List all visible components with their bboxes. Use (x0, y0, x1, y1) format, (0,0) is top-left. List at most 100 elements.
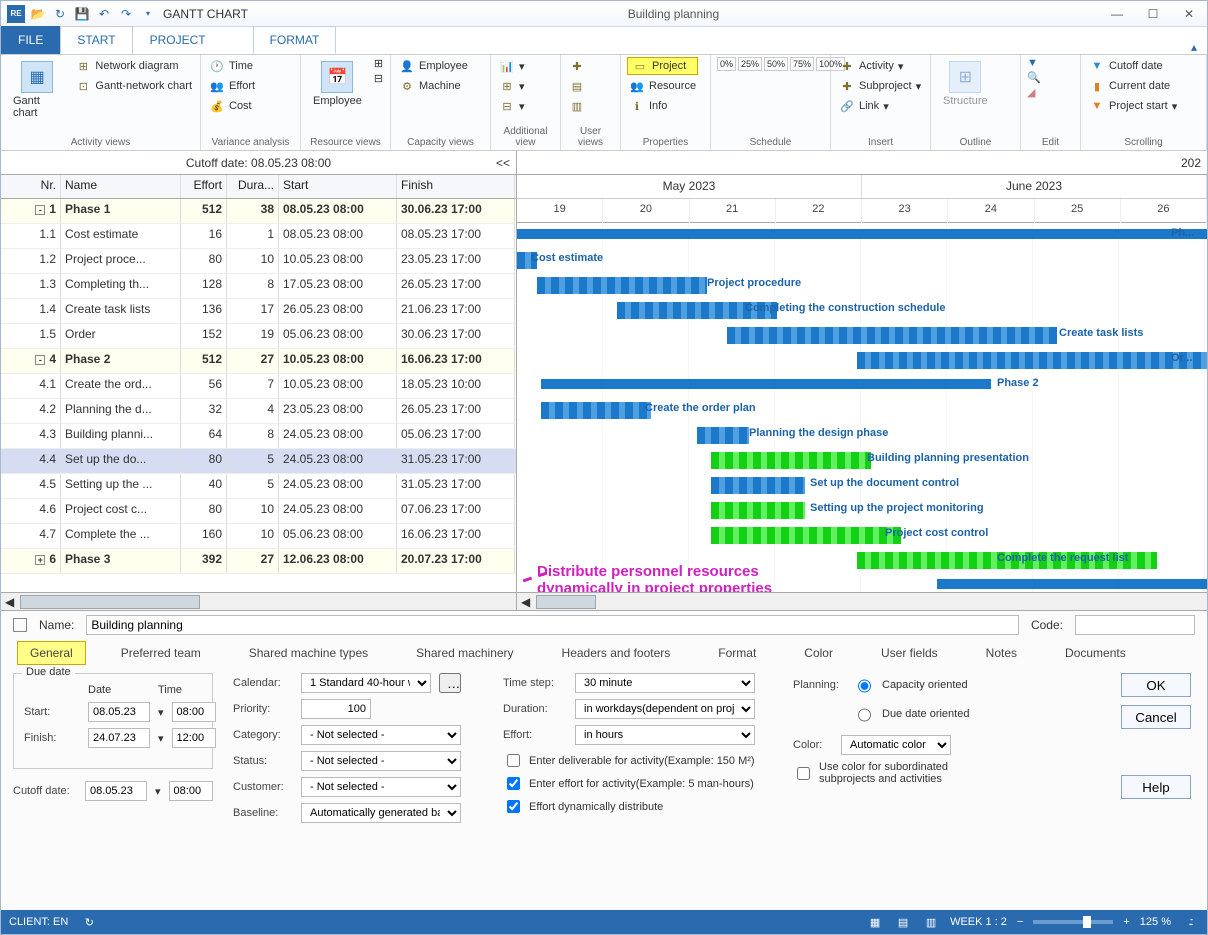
priority-input[interactable] (301, 699, 371, 719)
table-row[interactable]: 1.5Order1521905.06.23 08:0030.06.23 17:0… (1, 324, 516, 349)
effort-select[interactable]: in hours (575, 725, 755, 745)
gantt-bar[interactable] (711, 452, 871, 469)
effort-button[interactable]: 👥Effort (207, 77, 257, 95)
ptab-format[interactable]: Format (705, 641, 769, 665)
gantt-bar[interactable] (727, 327, 1057, 344)
gantt-bar[interactable] (711, 527, 901, 544)
view-icon2[interactable]: ▤ (894, 913, 912, 931)
gantt-chart[interactable]: Ph...Cost estimateProject procedureCompl… (517, 223, 1207, 592)
tab-format[interactable]: FORMAT (253, 26, 337, 54)
cost-button[interactable]: 💰Cost (207, 97, 257, 115)
collapse-ribbon-icon[interactable]: ▴ (1191, 40, 1197, 54)
gantt-bar[interactable] (541, 379, 991, 389)
info-button[interactable]: ℹInfo (627, 97, 698, 115)
scroll-projstart-button[interactable]: ▼Project start▾ (1087, 97, 1179, 115)
prop-name-input[interactable] (86, 615, 1019, 635)
rv-icon2[interactable]: ⊟ (374, 72, 383, 85)
gantt-bar[interactable] (541, 402, 651, 419)
filter-icon[interactable]: ▼ (1027, 57, 1041, 69)
pct75-button[interactable]: 75% (790, 57, 814, 71)
gantt-bar[interactable] (857, 352, 1207, 369)
calendar-select[interactable]: 1 Standard 40-hour work (301, 673, 431, 693)
start-date-input[interactable] (88, 702, 150, 722)
ptab-color[interactable]: Color (791, 641, 846, 665)
scroll-current-button[interactable]: ▮Current date (1087, 77, 1179, 95)
time-button[interactable]: 🕐Time (207, 57, 257, 75)
col-dura[interactable]: Dura... (227, 175, 279, 198)
table-row[interactable]: +6Phase 33922712.06.23 08:0020.07.23 17:… (1, 549, 516, 574)
search-icon[interactable]: 🔍 (1027, 71, 1041, 84)
table-row[interactable]: 1.3Completing th...128817.05.23 08:0026.… (1, 274, 516, 299)
tab-file[interactable]: FILE (1, 26, 60, 54)
minimize-button[interactable]: — (1099, 2, 1135, 26)
uv2-button[interactable]: ▤ (567, 77, 587, 95)
col-name[interactable]: Name (61, 175, 181, 198)
gantt-bar[interactable] (937, 579, 1207, 589)
baseline-select[interactable]: Automatically generated baseli (301, 803, 461, 823)
col-finish[interactable]: Finish (397, 175, 515, 198)
table-row[interactable]: 4.3Building planni...64824.05.23 08:0005… (1, 424, 516, 449)
calendar-more-button[interactable]: … (439, 673, 461, 693)
checkbox-icon[interactable] (13, 618, 27, 632)
ok-button[interactable]: OK (1121, 673, 1191, 697)
ins-activity-button[interactable]: ✚Activity▾ (837, 57, 923, 75)
color-select[interactable]: Automatic color (841, 735, 951, 755)
gantt-bar[interactable] (711, 477, 805, 494)
table-row[interactable]: 1.2Project proce...801010.05.23 08:0023.… (1, 249, 516, 274)
tab-project[interactable]: PROJECT (133, 26, 223, 54)
pct25-button[interactable]: 25% (738, 57, 762, 71)
tab-start[interactable]: START (60, 26, 132, 54)
grid-scrollbar[interactable]: ◀ (1, 592, 516, 610)
ptab-notes[interactable]: Notes (973, 641, 1030, 665)
start-time-input[interactable] (172, 702, 216, 722)
status-menu-icon[interactable]: .:: (1181, 913, 1199, 931)
sync-icon[interactable]: ↻ (80, 913, 98, 931)
ptab-docs[interactable]: Documents (1052, 641, 1139, 665)
ins-subproject-button[interactable]: ✚Subproject▾ (837, 77, 923, 95)
zoom-slider[interactable] (1033, 920, 1113, 924)
radio-capacity[interactable] (858, 676, 871, 696)
timestep-select[interactable]: 30 minute (575, 673, 755, 693)
gantt-chart-button[interactable]: ▦Gantt chart (7, 57, 67, 123)
chk-usecolor[interactable] (797, 767, 810, 780)
close-button[interactable]: ✕ (1171, 2, 1207, 26)
duration-select[interactable]: in workdays(dependent on project c (575, 699, 755, 719)
gantt-bar[interactable] (517, 229, 1207, 239)
employee2-button[interactable]: 👤Employee (397, 57, 470, 75)
status-select[interactable]: - Not selected - (301, 751, 461, 771)
network-diagram-button[interactable]: ⊞Network diagram (73, 57, 194, 75)
rv-icon1[interactable]: ⊞ (374, 57, 383, 70)
gantt-scrollbar[interactable]: ◀ (517, 592, 1207, 610)
ptab-machtypes[interactable]: Shared machine types (236, 641, 381, 665)
gantt-bar[interactable] (537, 277, 707, 294)
pct50-button[interactable]: 50% (764, 57, 788, 71)
ptab-team[interactable]: Preferred team (108, 641, 214, 665)
customer-select[interactable]: - Not selected - (301, 777, 461, 797)
save-icon[interactable]: 💾 (73, 5, 91, 23)
chk-deliverable[interactable] (507, 754, 520, 767)
radio-duedate[interactable] (858, 705, 871, 725)
view-icon1[interactable]: ▦ (866, 913, 884, 931)
table-row[interactable]: -4Phase 25122710.05.23 08:0016.06.23 17:… (1, 349, 516, 374)
redo-icon[interactable]: ↷ (117, 5, 135, 23)
view-icon3[interactable]: ▥ (922, 913, 940, 931)
table-row[interactable]: 1.4Create task lists1361726.05.23 08:002… (1, 299, 516, 324)
ptab-general[interactable]: General (17, 641, 86, 665)
table-row[interactable]: 4.4Set up the do...80524.05.23 08:0031.0… (1, 449, 516, 474)
cutoff-date-input[interactable] (85, 781, 147, 801)
table-row[interactable]: 4.5Setting up the ...40524.05.23 08:0031… (1, 474, 516, 499)
undo-icon[interactable]: ↶ (95, 5, 113, 23)
category-select[interactable]: - Not selected - (301, 725, 461, 745)
chk-dynamic[interactable] (507, 800, 520, 813)
gantt-bar[interactable] (697, 427, 749, 444)
pct0-button[interactable]: 0% (717, 57, 736, 71)
maximize-button[interactable]: ☐ (1135, 2, 1171, 26)
gantt-network-button[interactable]: ⊡Gantt-network chart (73, 77, 194, 95)
uv3-button[interactable]: ▥ (567, 97, 587, 115)
finish-time-input[interactable] (172, 728, 216, 748)
prop-code-input[interactable] (1075, 615, 1195, 635)
resource-props-button[interactable]: 👥Resource (627, 77, 698, 95)
table-row[interactable]: 1.1Cost estimate16108.05.23 08:0008.05.2… (1, 224, 516, 249)
table-row[interactable]: -1Phase 15123808.05.23 08:0030.06.23 17:… (1, 199, 516, 224)
collapse-left-button[interactable]: << (496, 156, 510, 170)
